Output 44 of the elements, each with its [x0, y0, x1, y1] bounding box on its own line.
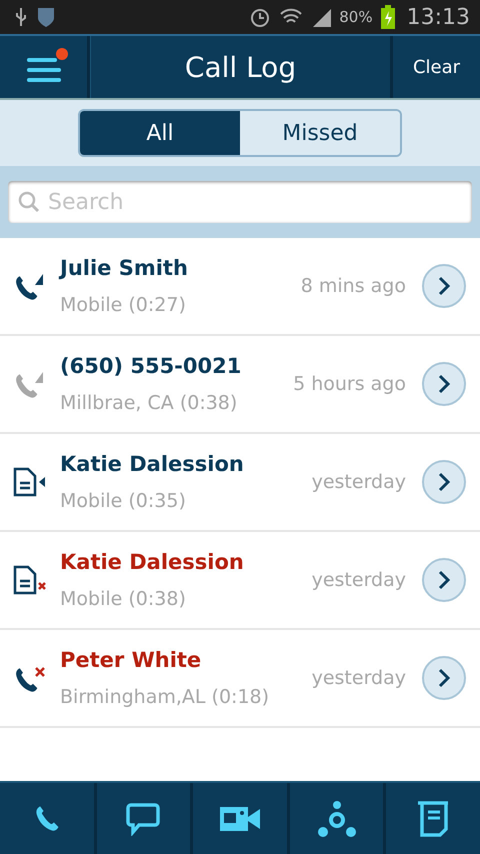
chevron-icon — [437, 276, 451, 296]
call-detail: Millbrae, CA (0:38) — [60, 392, 238, 414]
chevron-icon — [437, 668, 451, 688]
call-row[interactable]: Peter White Birmingham,AL (0:18) yesterday — [0, 630, 480, 728]
network-icon — [316, 800, 357, 838]
search-field[interactable]: Search — [8, 181, 472, 223]
call-row[interactable]: Julie Smith Mobile (0:27) 8 mins ago — [0, 238, 480, 336]
call-time: yesterday — [312, 569, 406, 591]
video-camera-icon — [218, 804, 261, 832]
caller-name: Katie Dalession — [60, 452, 245, 476]
call-detail: Mobile (0:35) — [60, 490, 187, 512]
alarm-icon — [249, 6, 272, 28]
call-row[interactable]: (650) 555-0021 Millbrae, CA (0:38) 5 hours ago — [0, 336, 480, 434]
chevron-icon — [437, 374, 451, 394]
call-time: 5 hours ago — [293, 373, 406, 395]
call-time: yesterday — [312, 471, 406, 493]
details-button[interactable] — [422, 558, 466, 602]
details-button[interactable] — [422, 264, 466, 308]
call-time: 8 mins ago — [300, 275, 406, 297]
clock: 13:13 — [406, 4, 470, 30]
chevron-icon — [437, 472, 451, 492]
call-detail: Mobile (0:27) — [60, 294, 187, 316]
usb-icon — [14, 7, 28, 27]
battery-icon — [380, 5, 395, 29]
call-time: yesterday — [312, 667, 406, 689]
chat-icon — [125, 802, 162, 836]
caller-name: Julie Smith — [60, 256, 189, 280]
search-icon — [18, 191, 40, 213]
notes-icon — [416, 800, 450, 838]
caller-name: Peter White — [60, 648, 202, 672]
call-row[interactable]: Katie Dalession Mobile (0:38) yesterday — [0, 532, 480, 630]
chevron-icon — [437, 570, 451, 590]
signal-icon — [311, 7, 332, 27]
details-button[interactable] — [422, 362, 466, 406]
battery-percent: 80% — [339, 8, 373, 26]
call-detail: Mobile (0:38) — [60, 588, 187, 610]
filter-tab[interactable]: All — [80, 111, 240, 155]
caller-name: (650) 555-0021 — [60, 354, 242, 378]
call-row[interactable]: Katie Dalession Mobile (0:35) yesterday — [0, 434, 480, 532]
details-button[interactable] — [422, 460, 466, 504]
details-button[interactable] — [422, 656, 466, 700]
shield-icon — [36, 6, 56, 28]
call-detail: Birmingham,AL (0:18) — [60, 686, 270, 708]
caller-name: Katie Dalession — [60, 550, 245, 574]
